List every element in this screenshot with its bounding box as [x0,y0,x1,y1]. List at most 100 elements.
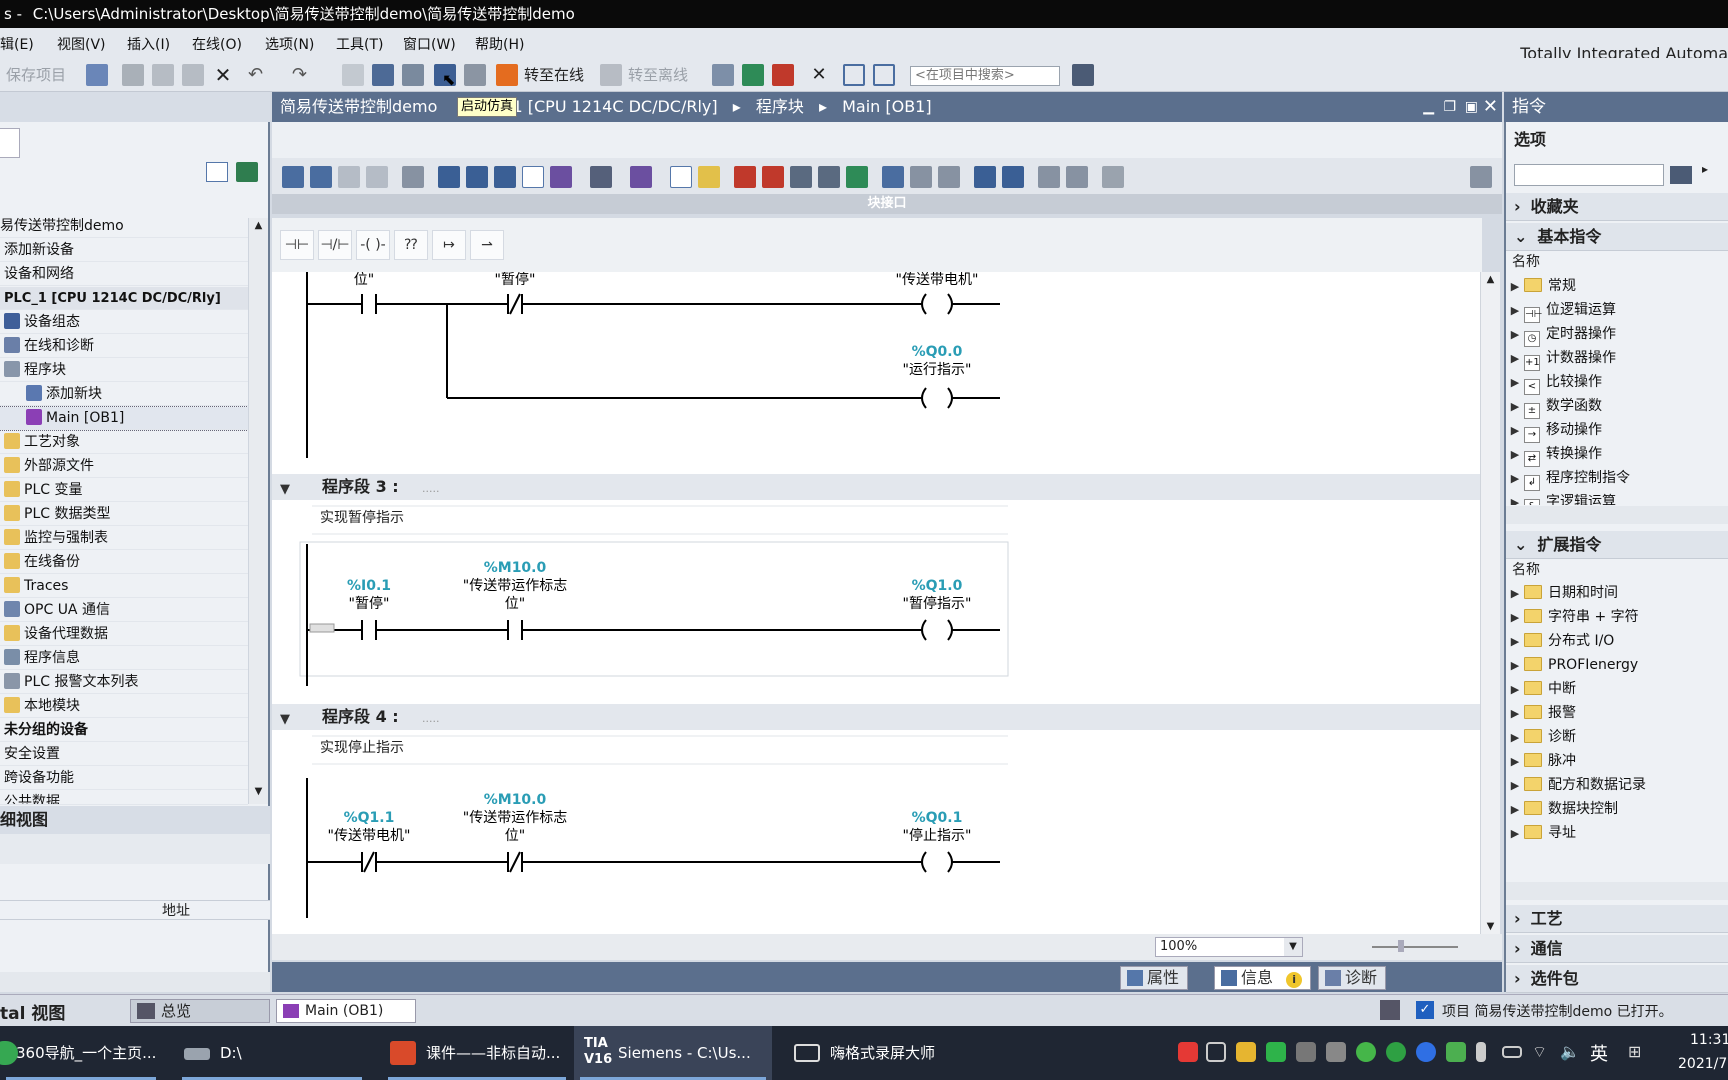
task-360-browser[interactable]: 360导航_一个主页... [0,1026,162,1080]
watch-icon[interactable] [1066,166,1088,188]
menu-help[interactable]: 帮助(H) [475,28,524,58]
tree-item-main-ob1[interactable]: Main [OB1] [0,406,249,431]
wechat-icon[interactable] [1266,1042,1286,1062]
tab-info[interactable]: 信息 i [1214,966,1312,990]
zoom-slider[interactable] [1372,946,1458,948]
tree-item-alarm-texts[interactable]: PLC 报警文本列表 [0,671,248,694]
undo-icon[interactable]: ↶ [248,64,270,86]
stop-cpu-icon[interactable] [772,64,794,86]
monitor-icon[interactable] [974,166,996,188]
tree-item-common-data[interactable]: 公共数据 [0,791,248,805]
ext-item-data-block-control[interactable]: ▶ 数据块控制 [1506,798,1728,821]
tree-item-traces[interactable]: Traces [0,575,248,598]
section-basic-instructions[interactable]: ⌄ 基本指令 [1506,223,1728,251]
tree-settings-icon[interactable] [236,162,258,182]
coil-button[interactable]: -( )- [356,230,390,260]
go-online-button[interactable]: 转至在线 [524,64,584,86]
insert-network-icon[interactable] [282,166,304,188]
normally-closed-contact-button[interactable]: ⊣/⊢ [318,230,352,260]
basic-item-math[interactable]: ▶ ± 数学函数 [1506,395,1728,419]
tree-item-online-backup[interactable]: 在线备份 [0,551,248,574]
breadcrumb-project[interactable]: 简易传送带控制demo [280,97,437,116]
section-communication[interactable]: › 通信 [1506,935,1728,963]
task-explorer-d[interactable]: D:\ [176,1026,368,1080]
security-icon[interactable] [1356,1042,1376,1062]
monitor-off-icon[interactable] [1002,166,1024,188]
network-list-icon[interactable] [402,166,424,188]
ext-item-date-time[interactable]: ▶ 日期和时间 [1506,582,1728,605]
chevron-right-icon[interactable]: ▸ [1702,162,1708,176]
close-branch-button[interactable]: ⇀ [470,230,504,260]
record-icon[interactable] [1178,1042,1198,1062]
open-branch-button[interactable]: ↦ [432,230,466,260]
maximize-icon[interactable]: ▣ [1465,92,1478,122]
highlight-icon[interactable] [698,166,720,188]
go-offline-icon[interactable] [600,64,622,86]
editor-scrollbar[interactable]: ▲ ▼ [1480,272,1500,934]
run-icon[interactable] [846,166,868,188]
tree-view-icon[interactable] [206,162,228,182]
clock-date[interactable]: 2021/7 [1678,1056,1727,1072]
menu-online[interactable]: 在线(O) [192,28,242,58]
search-options-icon[interactable] [1670,166,1692,184]
tree-scrollbar[interactable]: ▲ ▼ [248,218,268,804]
chevron-down-icon[interactable]: ▼ [1284,938,1302,956]
scroll-down-icon[interactable]: ▼ [1483,921,1498,932]
tree-item-add-block[interactable]: 添加新块 [0,383,248,406]
bluetooth-icon[interactable] [1416,1042,1436,1062]
ladder-editor[interactable]: 位" "暂停" "传送带电机" %Q0.0 "运行指示" ▼ 程序段 3 : .… [272,272,1482,934]
breadcrumb-block[interactable]: Main [OB1] [842,97,932,116]
portal-view-button[interactable]: tal 视图 [0,999,65,1024]
ime-indicator[interactable]: 英 [1590,1040,1608,1066]
detail-hscrollbar[interactable] [0,972,270,992]
copy-icon[interactable] [152,64,174,86]
seg4-collapse-icon[interactable]: ▼ [280,712,290,727]
go-offline-button[interactable]: 转至离线 [628,64,688,86]
tree-item-program-info[interactable]: 程序信息 [0,647,248,670]
delete-icon[interactable]: ✕ [212,64,234,86]
microphone-icon[interactable] [1476,1042,1486,1062]
overview-button[interactable]: 总览 [130,999,270,1023]
upload-icon[interactable] [402,64,424,86]
tag-info-icon[interactable] [590,166,612,188]
main-ob1-tab[interactable]: Main (OB1) [276,999,416,1023]
zoom-select[interactable]: 100% ▼ [1155,937,1303,957]
print-icon[interactable] [86,64,108,86]
section-optional-packages[interactable]: › 选件包 [1506,965,1728,993]
layout-icon[interactable] [1470,166,1492,188]
accessible-devices-icon[interactable] [712,64,734,86]
battery-icon[interactable] [1502,1046,1522,1058]
tree-item-ungrouped-devices[interactable]: 未分组的设备 [0,719,248,742]
tree-item-external-sources[interactable]: 外部源文件 [0,455,248,478]
instruction-search-input[interactable] [1514,164,1664,186]
status-list-icon[interactable] [1380,1000,1400,1020]
menu-tools[interactable]: 工具(T) [336,28,383,58]
normally-open-contact-button[interactable]: ⊣⊢ [280,230,314,260]
tree-item-watch-tables[interactable]: 监控与强制表 [0,527,248,550]
seg4-comment[interactable]: 实现停止指示 [320,739,404,756]
restore-icon[interactable]: ❐ [1443,92,1456,122]
step-over-icon[interactable] [818,166,840,188]
menu-window[interactable]: 窗口(W) [403,28,456,58]
tree-item-local-modules[interactable]: 本地模块 [0,695,248,718]
ext-item-diagnostics[interactable]: ▶ 诊断 [1506,726,1728,749]
cross-reference-icon[interactable]: ✕ [808,64,830,86]
seg4-title[interactable]: 程序段 4 : [322,707,399,726]
minimize-icon[interactable]: ▁ [1423,92,1434,122]
download-icon[interactable] [372,64,394,86]
redo-icon[interactable]: ↷ [292,64,314,86]
clock-time[interactable]: 11:31 [1690,1032,1728,1048]
block-interface-bar[interactable]: 块接口 [272,194,1502,214]
basic-item-counters[interactable]: ▶ +1 计数器操作 [1506,347,1728,371]
tree-item-program-blocks[interactable]: 程序块 [0,359,248,382]
stop-simulation-icon[interactable] [464,64,486,86]
basic-item-general[interactable]: ▶ 常规 [1506,275,1728,298]
basic-item-comparator[interactable]: ▶ < 比较操作 [1506,371,1728,395]
wifi-icon[interactable]: ⌔ [1532,1042,1552,1062]
search-icon[interactable] [1072,64,1094,86]
ext-item-alarms[interactable]: ▶ 报警 [1506,702,1728,725]
open-all-icon[interactable] [466,166,488,188]
favorites-icon[interactable] [630,166,652,188]
jump-icon[interactable] [882,166,904,188]
seg3-collapse-icon[interactable]: ▼ [280,482,290,497]
